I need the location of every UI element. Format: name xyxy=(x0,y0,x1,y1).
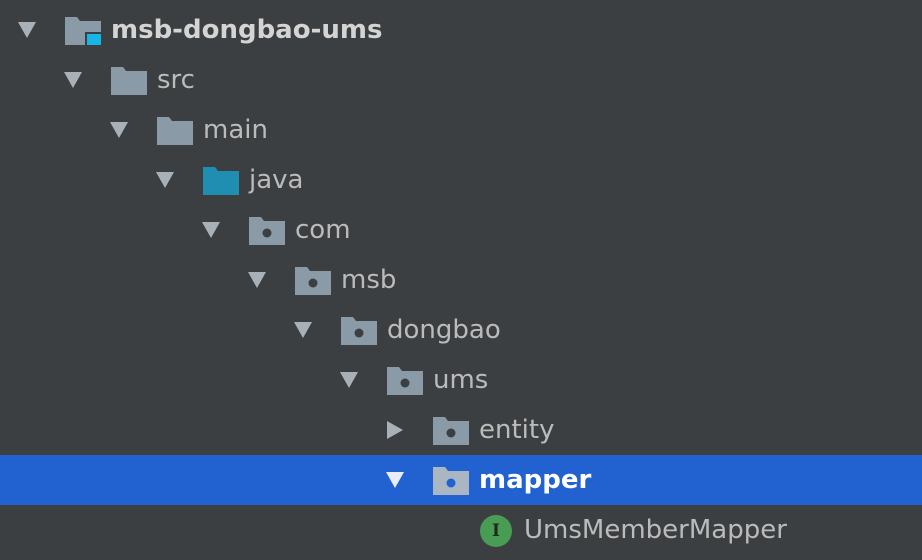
module-folder-icon xyxy=(65,17,102,46)
tree-item-label: entity xyxy=(479,415,555,445)
package-icon xyxy=(249,217,285,245)
tree-item-src[interactable]: src xyxy=(0,55,922,105)
expand-arrow-icon[interactable] xyxy=(385,470,405,490)
tree-item-ums[interactable]: ums xyxy=(0,355,922,405)
expand-arrow-icon[interactable] xyxy=(339,370,359,390)
package-icon xyxy=(295,267,331,295)
tree-item-entity[interactable]: entity xyxy=(0,405,922,455)
tree-item-label: com xyxy=(295,215,351,245)
package-icon xyxy=(433,417,469,445)
expand-arrow-icon[interactable] xyxy=(247,270,267,290)
tree-item-com[interactable]: com xyxy=(0,205,922,255)
package-icon xyxy=(387,367,423,395)
tree-item-label: dongbao xyxy=(387,315,501,345)
folder-icon xyxy=(157,117,193,145)
expand-arrow-icon[interactable] xyxy=(17,20,37,40)
tree-item-msb-dongbao-ums[interactable]: msb-dongbao-ums xyxy=(0,5,922,55)
folder-icon xyxy=(111,67,147,95)
tree-item-label: src xyxy=(157,65,195,95)
tree-item-label: msb-dongbao-ums xyxy=(111,15,383,45)
package-icon xyxy=(341,317,377,345)
package-icon xyxy=(433,467,469,495)
project-tree: msb-dongbao-ums src main java com msb do… xyxy=(0,0,922,560)
expand-arrow-icon[interactable] xyxy=(109,120,129,140)
expand-arrow-icon[interactable] xyxy=(201,220,221,240)
tree-item-label: msb xyxy=(341,265,397,295)
tree-item-label: java xyxy=(249,165,304,195)
tree-item-ums-member-mapper[interactable]: I UmsMemberMapper xyxy=(0,505,922,555)
tree-item-label: UmsMemberMapper xyxy=(524,515,787,545)
interface-icon: I xyxy=(480,515,512,547)
expand-arrow-icon[interactable] xyxy=(63,70,83,90)
tree-item-label: mapper xyxy=(479,465,592,495)
tree-item-java[interactable]: java xyxy=(0,155,922,205)
expand-arrow-icon[interactable] xyxy=(155,170,175,190)
tree-item-label: ums xyxy=(433,365,489,395)
tree-item-dongbao[interactable]: dongbao xyxy=(0,305,922,355)
collapse-arrow-icon[interactable] xyxy=(385,420,405,440)
expand-arrow-icon[interactable] xyxy=(293,320,313,340)
tree-item-main[interactable]: main xyxy=(0,105,922,155)
tree-item-msb[interactable]: msb xyxy=(0,255,922,305)
source-root-folder-icon xyxy=(203,167,239,195)
tree-item-label: main xyxy=(203,115,268,145)
tree-item-mapper[interactable]: mapper xyxy=(0,455,922,505)
